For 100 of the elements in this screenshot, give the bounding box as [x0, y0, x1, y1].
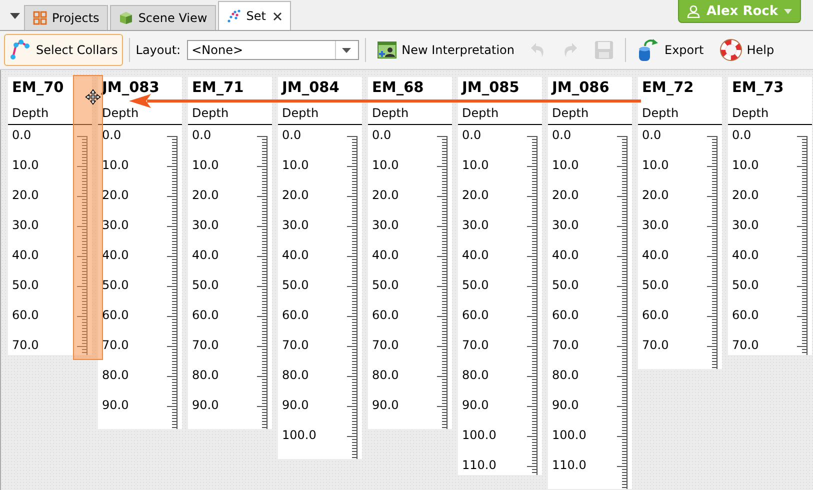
depth-label: 0.0 [552, 128, 572, 142]
depth-label: 100.0 [282, 428, 316, 442]
depth-label: 80.0 [102, 368, 129, 382]
drillhole-column[interactable]: EM_72 Depth 0.0 10.0 20.0 30.0 40.0 50.0 60.0 70.0 [638, 77, 722, 369]
depth-label: 60.0 [372, 308, 399, 322]
depth-label: 20.0 [192, 188, 219, 202]
tab[interactable]: Scene View [110, 5, 216, 30]
points-icon [227, 9, 242, 23]
cube-icon [119, 11, 134, 25]
close-icon[interactable] [272, 12, 282, 20]
move-cursor-icon [85, 89, 101, 105]
depth-label: 60.0 [12, 308, 39, 322]
depth-label: 70.0 [192, 338, 219, 352]
depth-label: 70.0 [372, 338, 399, 352]
depth-label: 70.0 [102, 338, 129, 352]
drillhole-name: EM_68 [372, 80, 424, 97]
depth-label: 70.0 [282, 338, 309, 352]
depth-label: 30.0 [372, 218, 399, 232]
column-header: Depth [282, 106, 319, 120]
caret-icon [342, 48, 352, 52]
help-button[interactable]: Help [714, 34, 780, 66]
depth-label: 90.0 [102, 398, 129, 412]
depth-label: 0.0 [732, 128, 752, 142]
depth-label: 0.0 [12, 128, 32, 142]
export-button[interactable]: Export [632, 34, 709, 66]
depth-label: 20.0 [462, 188, 489, 202]
depth-label: 80.0 [552, 368, 579, 382]
column-header: Depth [12, 106, 49, 120]
drillhole-column[interactable]: JM_085 Depth 0.0 10.0 20.0 30.0 40.0 50.0 60.0 70.0 80.0 90.0 100.0 110.0 [458, 77, 542, 475]
depth-label: 0.0 [372, 128, 392, 142]
drillhole-column[interactable]: EM_73 Depth 0.0 10.0 20.0 30.0 40.0 50.0 60.0 70.0 [728, 77, 812, 355]
depth-label: 40.0 [192, 248, 219, 262]
column-header: Depth [462, 106, 499, 120]
depth-label: 10.0 [552, 158, 579, 172]
depth-label: 20.0 [282, 188, 309, 202]
tab[interactable]: Set [218, 1, 291, 30]
tab[interactable]: Projects [24, 5, 108, 30]
depth-label: 40.0 [462, 248, 489, 262]
layout-dropdown[interactable]: <None> [186, 40, 359, 60]
depth-label: 60.0 [462, 308, 489, 322]
depth-label: 50.0 [12, 278, 39, 292]
depth-label: 10.0 [372, 158, 399, 172]
drillhole-column[interactable]: JM_084 Depth 0.0 10.0 20.0 30.0 40.0 50.0 60.0 70.0 80.0 90.0 100.0 [278, 77, 362, 459]
depth-label: 60.0 [642, 308, 669, 322]
select-collars-button[interactable]: Select Collars [4, 34, 123, 66]
grid-icon [33, 11, 47, 25]
layout-label: Layout: [136, 43, 181, 57]
depth-label: 50.0 [462, 278, 489, 292]
new-interpretation-button[interactable]: New Interpretation [372, 34, 520, 66]
depth-label: 30.0 [552, 218, 579, 232]
depth-label: 50.0 [192, 278, 219, 292]
depth-label: 20.0 [102, 188, 129, 202]
window-plus-icon [376, 40, 397, 60]
depth-label: 60.0 [102, 308, 129, 322]
drillhole-name: EM_71 [192, 80, 244, 97]
depth-label: 90.0 [192, 398, 219, 412]
depth-label: 80.0 [462, 368, 489, 382]
depth-label: 20.0 [552, 188, 579, 202]
column-header: Depth [372, 106, 409, 120]
depth-label: 90.0 [282, 398, 309, 412]
depth-label: 110.0 [462, 458, 496, 472]
depth-label: 90.0 [372, 398, 399, 412]
depth-label: 40.0 [732, 248, 759, 262]
depth-label: 70.0 [642, 338, 669, 352]
depth-label: 50.0 [282, 278, 309, 292]
collars-icon [9, 39, 31, 61]
depth-label: 0.0 [192, 128, 212, 142]
depth-label: 70.0 [552, 338, 579, 352]
depth-label: 80.0 [282, 368, 309, 382]
depth-label: 40.0 [282, 248, 309, 262]
depth-label: 10.0 [642, 158, 669, 172]
depth-label: 0.0 [462, 128, 482, 142]
depth-label: 40.0 [12, 248, 39, 262]
depth-label: 30.0 [192, 218, 219, 232]
drillhole-column[interactable]: EM_70 Depth 0.0 10.0 20.0 30.0 40.0 50.0 60.0 70.0 [8, 77, 92, 355]
depth-label: 80.0 [372, 368, 399, 382]
depth-label: 50.0 [372, 278, 399, 292]
depth-label: 110.0 [552, 458, 586, 472]
depth-label: 70.0 [462, 338, 489, 352]
depth-label: 0.0 [642, 128, 662, 142]
drillhole-name: JM_086 [552, 80, 610, 97]
depth-label: 30.0 [732, 218, 759, 232]
depth-label: 60.0 [282, 308, 309, 322]
drillhole-column[interactable]: EM_68 Depth 0.0 10.0 20.0 30.0 40.0 50.0 60.0 70.0 80.0 90.0 [368, 77, 452, 429]
depth-label: 60.0 [552, 308, 579, 322]
drillhole-name: EM_73 [732, 80, 784, 97]
depth-label: 40.0 [102, 248, 129, 262]
depth-label: 20.0 [372, 188, 399, 202]
drillhole-column[interactable]: EM_71 Depth 0.0 10.0 20.0 30.0 40.0 50.0 60.0 70.0 80.0 90.0 [188, 77, 272, 429]
column-header: Depth [732, 106, 769, 120]
depth-label: 10.0 [192, 158, 219, 172]
depth-label: 100.0 [462, 428, 496, 442]
depth-label: 10.0 [282, 158, 309, 172]
depth-label: 50.0 [552, 278, 579, 292]
drillhole-column[interactable]: JM_086 Depth 0.0 10.0 20.0 30.0 40.0 50.0 60.0 70.0 80.0 90.0 100.0 110.0 [548, 77, 632, 489]
depth-label: 20.0 [732, 188, 759, 202]
depth-label: 20.0 [642, 188, 669, 202]
depth-label: 10.0 [732, 158, 759, 172]
save-icon [594, 40, 614, 60]
depth-label: 30.0 [102, 218, 129, 232]
